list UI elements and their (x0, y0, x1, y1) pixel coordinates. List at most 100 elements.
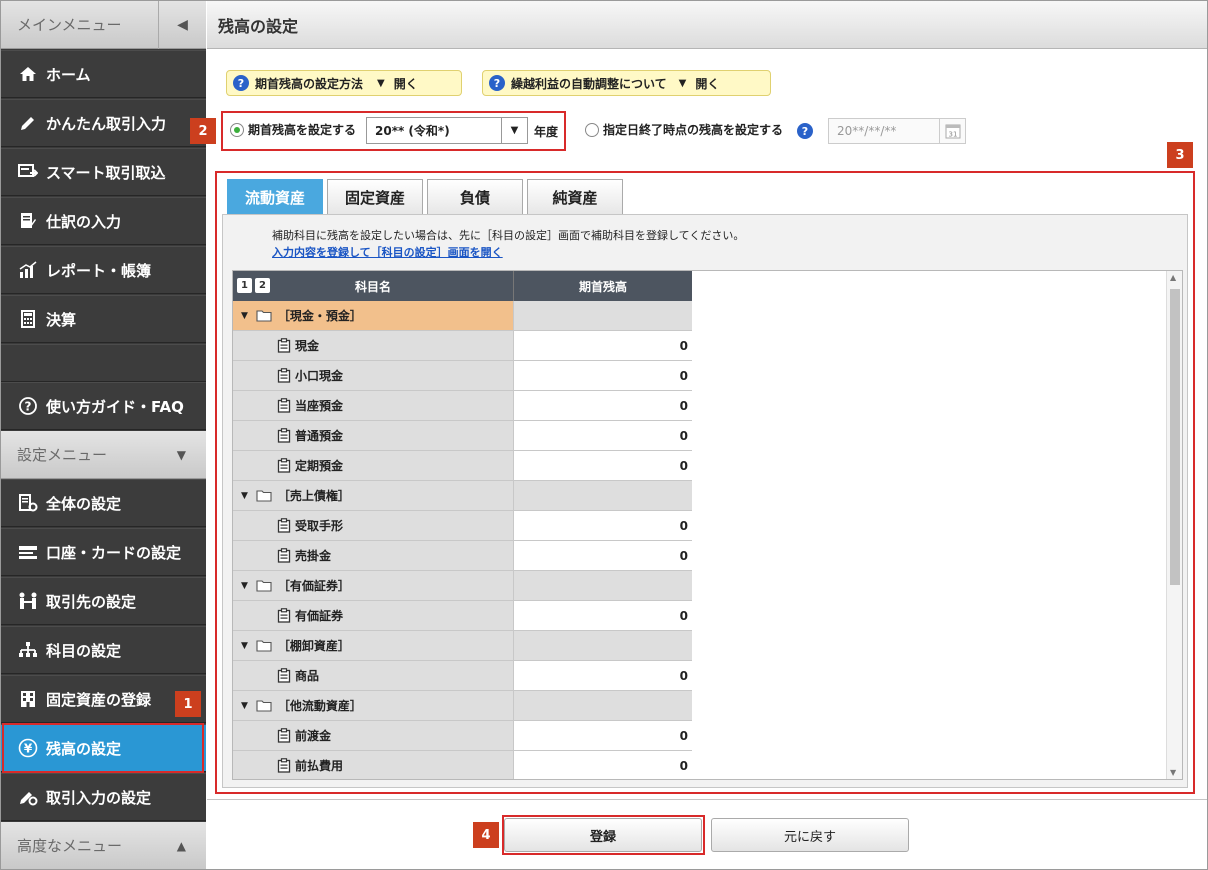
revert-button[interactable]: 元に戻す (711, 818, 909, 852)
memo-icon (277, 728, 291, 743)
radio2-label: 指定日終了時点の残高を設定する (603, 123, 784, 137)
vertical-scrollbar[interactable]: ▲ ▼ (1166, 271, 1182, 779)
balance-input[interactable]: 0 (513, 511, 692, 541)
expand-triangle-icon[interactable]: ▼ (241, 641, 248, 651)
radio-button-unchecked[interactable] (585, 122, 599, 137)
chevron-down-icon[interactable]: ▼ (501, 118, 527, 143)
expand-triangle-icon[interactable]: ▼ (241, 491, 248, 501)
sidebar-item-label: 仕訳の入力 (46, 212, 122, 231)
balance-input[interactable]: 0 (513, 601, 692, 631)
open-account-settings-link[interactable]: 入力内容を登録して［科目の設定］画面を開く (272, 244, 503, 260)
table-row[interactable]: 普通預金 0 (233, 421, 692, 451)
expand-triangle-icon[interactable]: ▼ (241, 581, 248, 591)
sidebar-item-report[interactable]: レポート・帳簿 (1, 246, 206, 294)
balance-input[interactable]: 0 (513, 421, 692, 451)
account-name: 当座預金 (295, 399, 344, 413)
date-input[interactable]: 20**/**/** 31 (828, 118, 966, 144)
triangle-down-icon: ▼ (678, 77, 687, 89)
table-row[interactable]: 小口現金 0 (233, 361, 692, 391)
chevron-up-icon: ▲ (176, 838, 186, 853)
question-icon: ? (489, 75, 505, 91)
sidebar-item-account-card[interactable]: 口座・カードの設定 (1, 528, 206, 576)
tab-current-assets[interactable]: 流動資産 (227, 179, 323, 215)
column-header-balance: 期首残高 (513, 271, 692, 301)
footer-divider (207, 799, 1207, 800)
sidebar-item-general-settings[interactable]: 全体の設定 (1, 479, 206, 527)
tab-net-assets[interactable]: 純資産 (527, 179, 623, 215)
help-pill-retained-earnings[interactable]: ? 繰越利益の自動調整について ▼ 開く (482, 70, 771, 96)
balance-input[interactable]: 0 (513, 541, 692, 571)
radio-button-checked[interactable] (230, 122, 244, 137)
partner-icon (17, 591, 39, 611)
level-1-button[interactable]: 1 (237, 278, 252, 293)
question-icon[interactable]: ? (797, 123, 813, 139)
sidebar-item-home[interactable]: ホーム (1, 50, 206, 98)
balance-input[interactable]: 0 (513, 331, 692, 361)
step-badge-3: 3 (1167, 142, 1193, 168)
sidebar-item-accounts[interactable]: 科目の設定 (1, 626, 206, 674)
balance-input[interactable]: 0 (513, 751, 692, 779)
memo-icon (277, 368, 291, 383)
table-row[interactable]: 受取手形 0 (233, 511, 692, 541)
expand-triangle-icon[interactable]: ▼ (241, 311, 248, 321)
table-group-row[interactable]: ▼ ［他流動資産］ (233, 691, 692, 721)
sidebar-item-smart-import[interactable]: スマート取引取込 (1, 148, 206, 196)
advanced-menu-header[interactable]: 高度なメニュー ▲ (1, 822, 206, 870)
sidebar-item-journal[interactable]: 仕訳の入力 (1, 197, 206, 245)
group-balance-cell (513, 301, 692, 331)
chevron-down-icon: ▼ (176, 447, 186, 462)
main-menu-header[interactable]: メインメニュー ◀ (1, 1, 206, 49)
settings-menu-label: 設定メニュー (17, 446, 108, 464)
table-row[interactable]: 当座預金 0 (233, 391, 692, 421)
balance-input[interactable]: 0 (513, 661, 692, 691)
collapse-sidebar-button[interactable]: ◀ (158, 1, 206, 49)
year-select[interactable]: 20** (令和*) ▼ (366, 117, 528, 144)
level-2-button[interactable]: 2 (255, 278, 270, 293)
help-pill-opening-balance[interactable]: ? 期首残高の設定方法 ▼ 開く (226, 70, 462, 96)
table-group-row[interactable]: ▼ ［有価証券］ (233, 571, 692, 601)
group-balance-cell (513, 481, 692, 511)
open-label: 開く (393, 76, 418, 91)
svg-text:?: ? (25, 400, 32, 414)
table-row[interactable]: 前渡金 0 (233, 721, 692, 751)
table-row[interactable]: 商品 0 (233, 661, 692, 691)
table-row[interactable]: 売掛金 0 (233, 541, 692, 571)
expand-triangle-icon[interactable]: ▼ (241, 701, 248, 711)
account-name: 前渡金 (295, 729, 332, 743)
settings-menu-header[interactable]: 設定メニュー ▼ (1, 431, 206, 479)
group-balance-cell (513, 691, 692, 721)
table-group-row[interactable]: ▼ ［売上債権］ (233, 481, 692, 511)
balance-input[interactable]: 0 (513, 361, 692, 391)
scroll-down-icon[interactable]: ▼ (1170, 768, 1176, 777)
memo-icon (277, 338, 291, 353)
sidebar-item-entry-settings[interactable]: 取引入力の設定 (1, 773, 206, 821)
sidebar-item-partner[interactable]: 取引先の設定 (1, 577, 206, 625)
folder-icon (256, 699, 272, 712)
sidebar-item-label: レポート・帳簿 (46, 261, 152, 280)
building-icon (17, 689, 39, 709)
sidebar-item-quick-entry[interactable]: かんたん取引入力 (1, 99, 206, 147)
balance-input[interactable]: 0 (513, 721, 692, 751)
calendar-icon[interactable]: 31 (939, 119, 965, 143)
sidebar-item-closing[interactable]: 決算 (1, 295, 206, 343)
table-row[interactable]: 定期預金 0 (233, 451, 692, 481)
scroll-up-icon[interactable]: ▲ (1170, 273, 1176, 282)
table-row[interactable]: 有価証券 0 (233, 601, 692, 631)
radio-set-end-date-balance[interactable]: 指定日終了時点の残高を設定する (585, 121, 783, 138)
highlight-box-4 (502, 815, 705, 855)
input-settings-icon (17, 787, 39, 807)
sidebar-item-label: スマート取引取込 (46, 163, 166, 182)
sidebar-item-guide[interactable]: ? 使い方ガイド・FAQ (1, 382, 206, 430)
tab-fixed-assets[interactable]: 固定資産 (327, 179, 423, 215)
tab-liabilities[interactable]: 負債 (427, 179, 523, 215)
table-group-row[interactable]: ▼ ［現金・預金］ (233, 301, 692, 331)
group-balance-cell (513, 631, 692, 661)
memo-icon (277, 608, 291, 623)
balance-input[interactable]: 0 (513, 451, 692, 481)
table-row[interactable]: 現金 0 (233, 331, 692, 361)
table-group-row[interactable]: ▼ ［棚卸資産］ (233, 631, 692, 661)
table-row[interactable]: 前払費用 0 (233, 751, 692, 779)
radio-set-opening-balance[interactable]: 期首残高を設定する (230, 121, 356, 138)
scrollbar-thumb[interactable] (1170, 289, 1180, 585)
balance-input[interactable]: 0 (513, 391, 692, 421)
